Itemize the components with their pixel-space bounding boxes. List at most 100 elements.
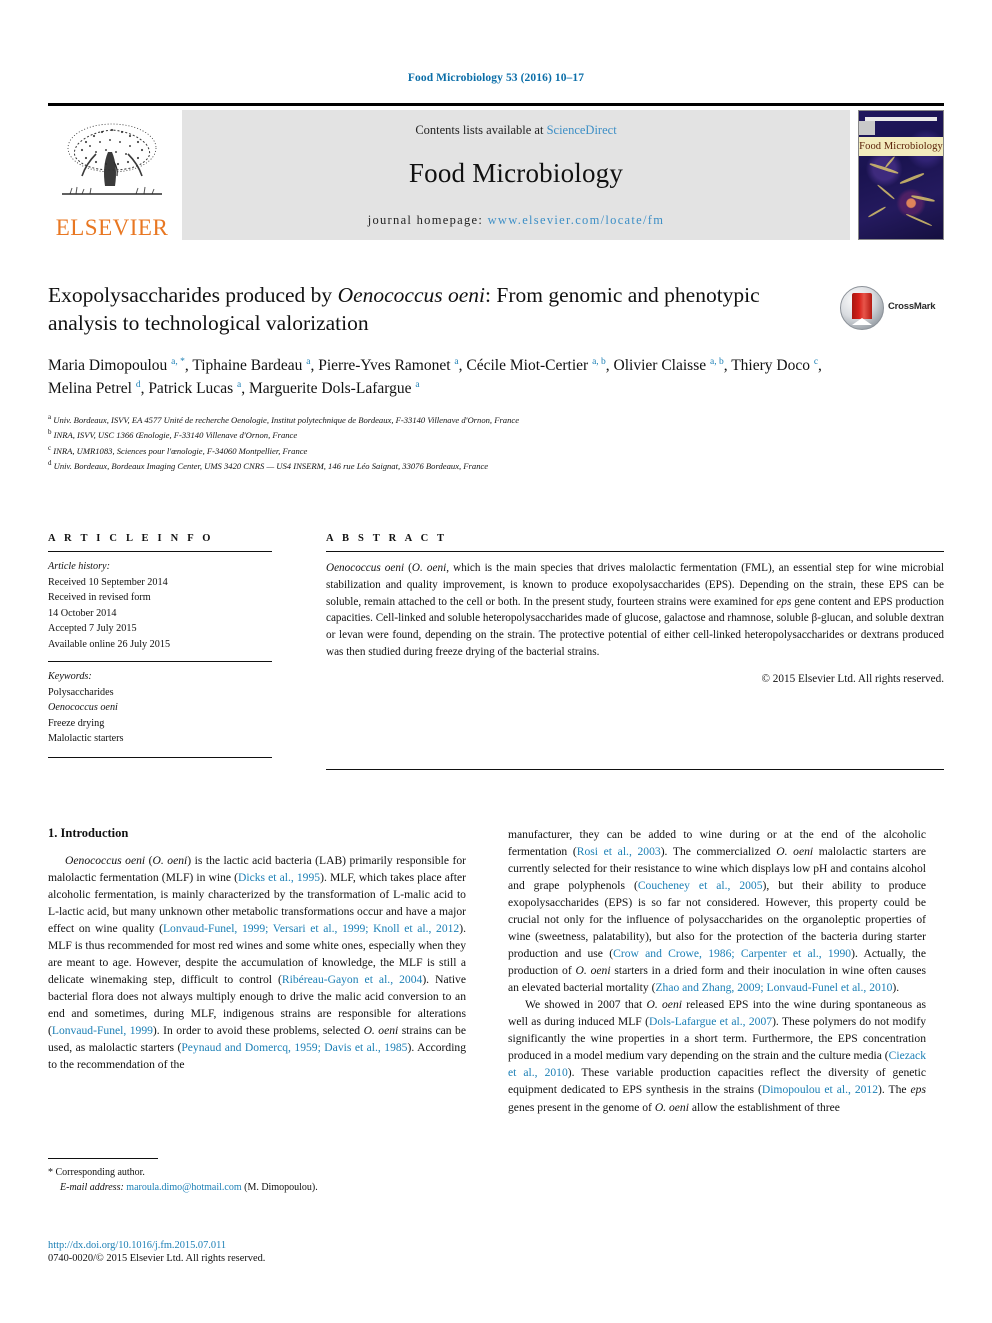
author-affiliation-marker: a, b [709,356,724,367]
author-affiliation-marker: a, b [592,356,606,367]
italic-term: O. oeni [363,1024,399,1038]
article-info-column: A R T I C L E I N F O Article history: R… [48,533,272,758]
author-affiliation-marker: a [236,380,242,391]
crossmark-label: CrossMark [888,301,936,312]
article-history-lines: Received 10 September 2014 Received in re… [48,575,272,653]
intro-paragraph-left-1: Oenococcus oeni (O. oeni) is the lactic … [48,854,467,1072]
italic-term: O. oeni [646,998,682,1012]
author-name: Tiphaine Bardeau [192,356,307,374]
citation-link[interactable]: Coucheney et al., 2005 [638,879,763,892]
abstract-rule [326,551,944,552]
text-run: We showed in 2007 that [525,998,647,1012]
page-title: Exopolysaccharides produced by Oenococcu… [48,282,828,338]
citation-link[interactable]: Crow and Crowe, 1986; Carpenter et al., … [613,947,851,960]
citation-link[interactable]: Zhao and Zhang, 2009; Lonvaud-Funel et a… [655,981,892,994]
affiliation-list: a Univ. Bordeaux, ISVV, EA 4577 Unité de… [48,412,898,474]
intro-paragraph-right-1: manufacturer, they can be added to wine … [508,826,926,996]
article-info-rule [48,551,272,552]
author-affiliation-marker: a [415,380,420,391]
author-name: Melina Petrel [48,380,136,398]
text-run: ). In order to avoid these problems, sel… [152,1024,364,1038]
email-link[interactable]: maroula.dimo@hotmail.com [126,1182,241,1193]
title-part-1: Exopolysaccharides produced by [48,283,338,307]
article-history-line: Received 10 September 2014 [48,576,168,588]
author-name: Cécile Miot-Certier [466,356,593,374]
corresponding-author-line: * Corresponding author. [48,1165,466,1180]
keyword-items: Polysaccharides Oenococcus oeni Freeze dry… [48,685,272,747]
citation-link[interactable]: Lonvaud-Funel, 1999 [52,1024,153,1037]
keywords-label: Keywords: [48,671,92,682]
paragraph-lead-species: Oenococcus oeni [65,854,146,867]
title-block: Exopolysaccharides produced by Oenococcu… [48,282,944,474]
running-head: Food Microbiology 53 (2016) 10–17 [407,72,585,84]
article-history-label: Article history: [48,561,110,572]
citation-link[interactable]: Ribéreau-Gayon et al., 2004 [282,973,422,986]
abstract-eps-italic: eps [776,595,792,608]
author-name: Marguerite Dols-Lafargue [248,380,416,398]
article-history-line: Accepted 7 July 2015 [48,623,137,634]
keyword-item: Polysaccharides [48,686,114,698]
crossmark-circle-icon [840,286,884,330]
issn-copyright-line: 0740-0020/© 2015 Elsevier Ltd. All right… [48,1253,266,1264]
journal-masthead: ELSEVIER Contents lists available at Sci… [48,103,944,240]
author-affiliation-marker: a [454,356,459,367]
italic-term: O. oeni [654,1100,689,1114]
journal-cover-thumbnail: Food Microbiology [858,110,944,240]
corresponding-author-footnote: * Corresponding author. E-mail address: … [48,1158,466,1195]
doi-link[interactable]: http://dx.doi.org/10.1016/j.fm.2015.07.0… [48,1240,478,1251]
affiliation-marker: c [48,443,52,452]
affiliation-marker: b [48,428,52,437]
author-name: Olivier Claisse [613,356,710,374]
affiliation-item: c INRA, UMR1083, Sciences pour l'œnologi… [48,443,308,456]
journal-homepage-line: journal homepage: www.elsevier.com/locat… [182,213,850,228]
crossmark-badge[interactable]: CrossMark [840,286,936,330]
citation-link[interactable]: Lonvaud-Funel, 1999; Versari et al., 199… [163,922,459,935]
abstract-copyright: © 2015 Elsevier Ltd. All rights reserved… [761,672,945,685]
corresponding-text: Corresponding author. [55,1167,145,1178]
citation-link[interactable]: Rosi et al., 2003 [577,845,661,858]
citation-link[interactable]: Peynaud and Domercq, 1959; Davis et al.,… [181,1041,407,1054]
citation-link[interactable]: Dicks et al., 1995 [238,871,320,884]
contents-list-line: Contents lists available at ScienceDirec… [182,123,850,138]
text-run: -malic acid to [400,888,466,902]
author-name: Thiery Doco [731,356,814,374]
citation-link[interactable]: Dimopoulou et al., 2012 [762,1083,878,1096]
email-line: E-mail address: maroula.dimo@hotmail.com… [48,1180,466,1195]
keywords-rule [48,661,272,662]
email-label: E-mail address: [60,1182,124,1193]
homepage-url-link[interactable]: www.elsevier.com/locate/fm [488,213,665,227]
footnote-rule [48,1158,158,1159]
affiliation-item: a Univ. Bordeaux, ISVV, EA 4577 Unité de… [48,412,520,425]
corresponding-marker: * [48,1167,53,1178]
affiliation-item: b INRA, ISVV, USC 1366 Œnologie, F-33140… [48,428,298,441]
text-run: ). [892,981,900,995]
sciencedirect-link[interactable]: ScienceDirect [547,123,617,137]
author-list: Maria Dimopoulou a, *, Tiphaine Bardeau … [48,356,822,398]
italic-term: O. oeni [575,964,611,978]
elsevier-tree-icon [56,118,168,218]
abstract-lead-species: Oenococcus oeni [326,562,405,574]
cover-corner-block [859,121,875,135]
author-affiliation-marker: d [135,380,141,391]
author-affiliation-marker: c [813,356,819,367]
contents-prefix: Contents lists available at [415,123,547,137]
author-name: Pierre-Yves Ramonet [318,356,455,374]
abstract-heading: A B S T R A C T [326,533,448,544]
keyword-item: Freeze drying [48,717,105,729]
affiliation-marker: a [48,412,52,421]
publication-info: http://dx.doi.org/10.1016/j.fm.2015.07.0… [48,1240,478,1264]
cover-top-bar [865,117,937,121]
author-affiliation-marker: a, * [171,356,185,367]
paragraph-lead-abbrev: O. oeni [152,854,188,867]
author-affiliation-marker: a [306,356,311,367]
keyword-item: Oenococcus oeni [48,702,118,713]
citation-link[interactable]: Dols-Lafargue et al., 2007 [649,1015,772,1028]
article-history-line: 14 October 2014 [48,607,117,619]
keywords-block: Keywords: Polysaccharides Oenococcus oeni… [48,669,272,747]
abstract-column: A B S T R A C T Oenococcus oeni (O. oeni… [326,533,944,685]
affiliation-item: d Univ. Bordeaux, Bordeaux Imaging Cente… [48,459,489,472]
homepage-label: journal homepage: [367,213,488,227]
article-history-line: Available online 26 July 2015 [48,638,171,650]
email-owner: (M. Dimopoulou). [244,1182,318,1193]
journal-article-page: Food Microbiology 53 (2016) 10–17 ELSEVI… [0,0,992,1323]
